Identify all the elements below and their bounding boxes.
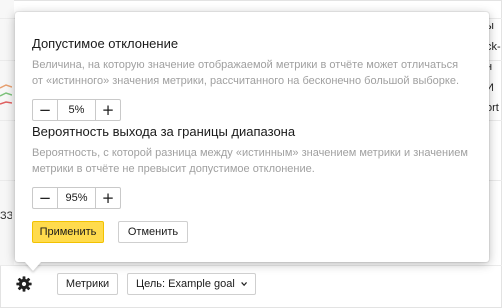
probability-section: Вероятность выхода за границы диапазона … (32, 124, 472, 209)
tolerance-stepper: − + (32, 99, 472, 121)
chevron-down-icon (240, 282, 247, 287)
tolerance-decrease-button[interactable]: − (32, 99, 58, 121)
tolerance-description: Величина, на которую значение отображаем… (32, 59, 460, 87)
goal-select-label: Цель: Example goal (136, 278, 235, 290)
tolerance-value-input[interactable] (58, 99, 95, 121)
tolerance-title: Допустимое отклонение (32, 36, 179, 51)
probability-decrease-button[interactable]: − (32, 187, 58, 209)
tolerance-increase-button[interactable]: + (95, 99, 121, 121)
probability-value-input[interactable] (58, 187, 95, 209)
goal-select[interactable]: Цель: Example goal (127, 273, 256, 295)
cancel-button[interactable]: Отменить (118, 221, 188, 243)
toolbar-divider (0, 265, 502, 266)
chart-fragment (0, 84, 12, 105)
popup-tail (25, 262, 41, 271)
left-cell-text: ЗЗ (0, 210, 12, 222)
metrics-button[interactable]: Метрики (57, 273, 118, 295)
probability-description: Вероятность, с которой разница между «ис… (32, 147, 468, 175)
probability-stepper: − + (32, 187, 472, 209)
tolerance-section: Допустимое отклонение Величина, на котор… (32, 36, 472, 121)
left-column (0, 0, 14, 265)
gear-icon[interactable] (14, 274, 34, 294)
apply-button[interactable]: Применить (32, 221, 104, 243)
accuracy-settings-popup: Допустимое отклонение Величина, на котор… (15, 12, 489, 271)
probability-increase-button[interactable]: + (95, 187, 121, 209)
popup-actions: Применить Отменить (32, 221, 188, 243)
probability-title: Вероятность выхода за границы диапазона (32, 124, 296, 139)
screen: ЗЗ ы ck- н И ort Допустимое отклонение В… (0, 0, 502, 308)
